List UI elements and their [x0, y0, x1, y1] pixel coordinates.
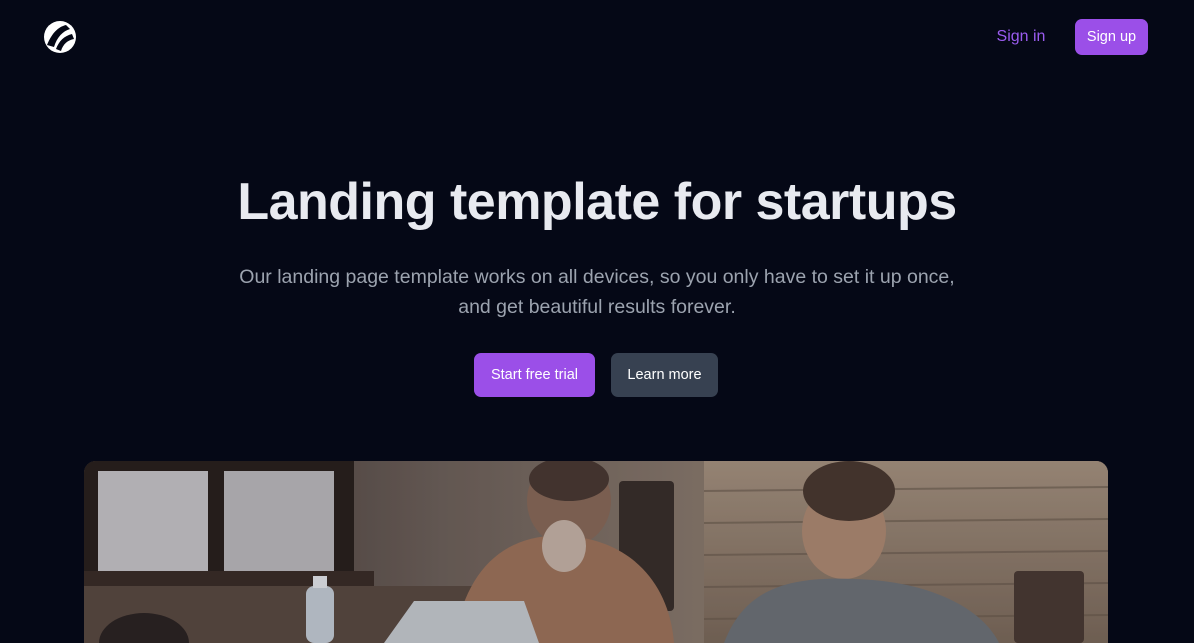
team-working-photo — [84, 461, 1108, 643]
hero-image — [84, 461, 1108, 643]
brand-logo-icon[interactable] — [44, 21, 76, 53]
start-free-trial-button[interactable]: Start free trial — [474, 353, 595, 397]
site-header: Sign in Sign up — [0, 0, 1194, 74]
sign-up-button[interactable]: Sign up — [1075, 19, 1148, 55]
hero-subtitle: Our landing page template works on all d… — [239, 266, 955, 318]
sign-in-link[interactable]: Sign in — [982, 19, 1060, 55]
landing-page: Sign in Sign up Landing template for sta… — [0, 0, 1194, 643]
learn-more-button[interactable]: Learn more — [611, 353, 718, 397]
hero-title: Landing template for startups — [237, 173, 957, 231]
